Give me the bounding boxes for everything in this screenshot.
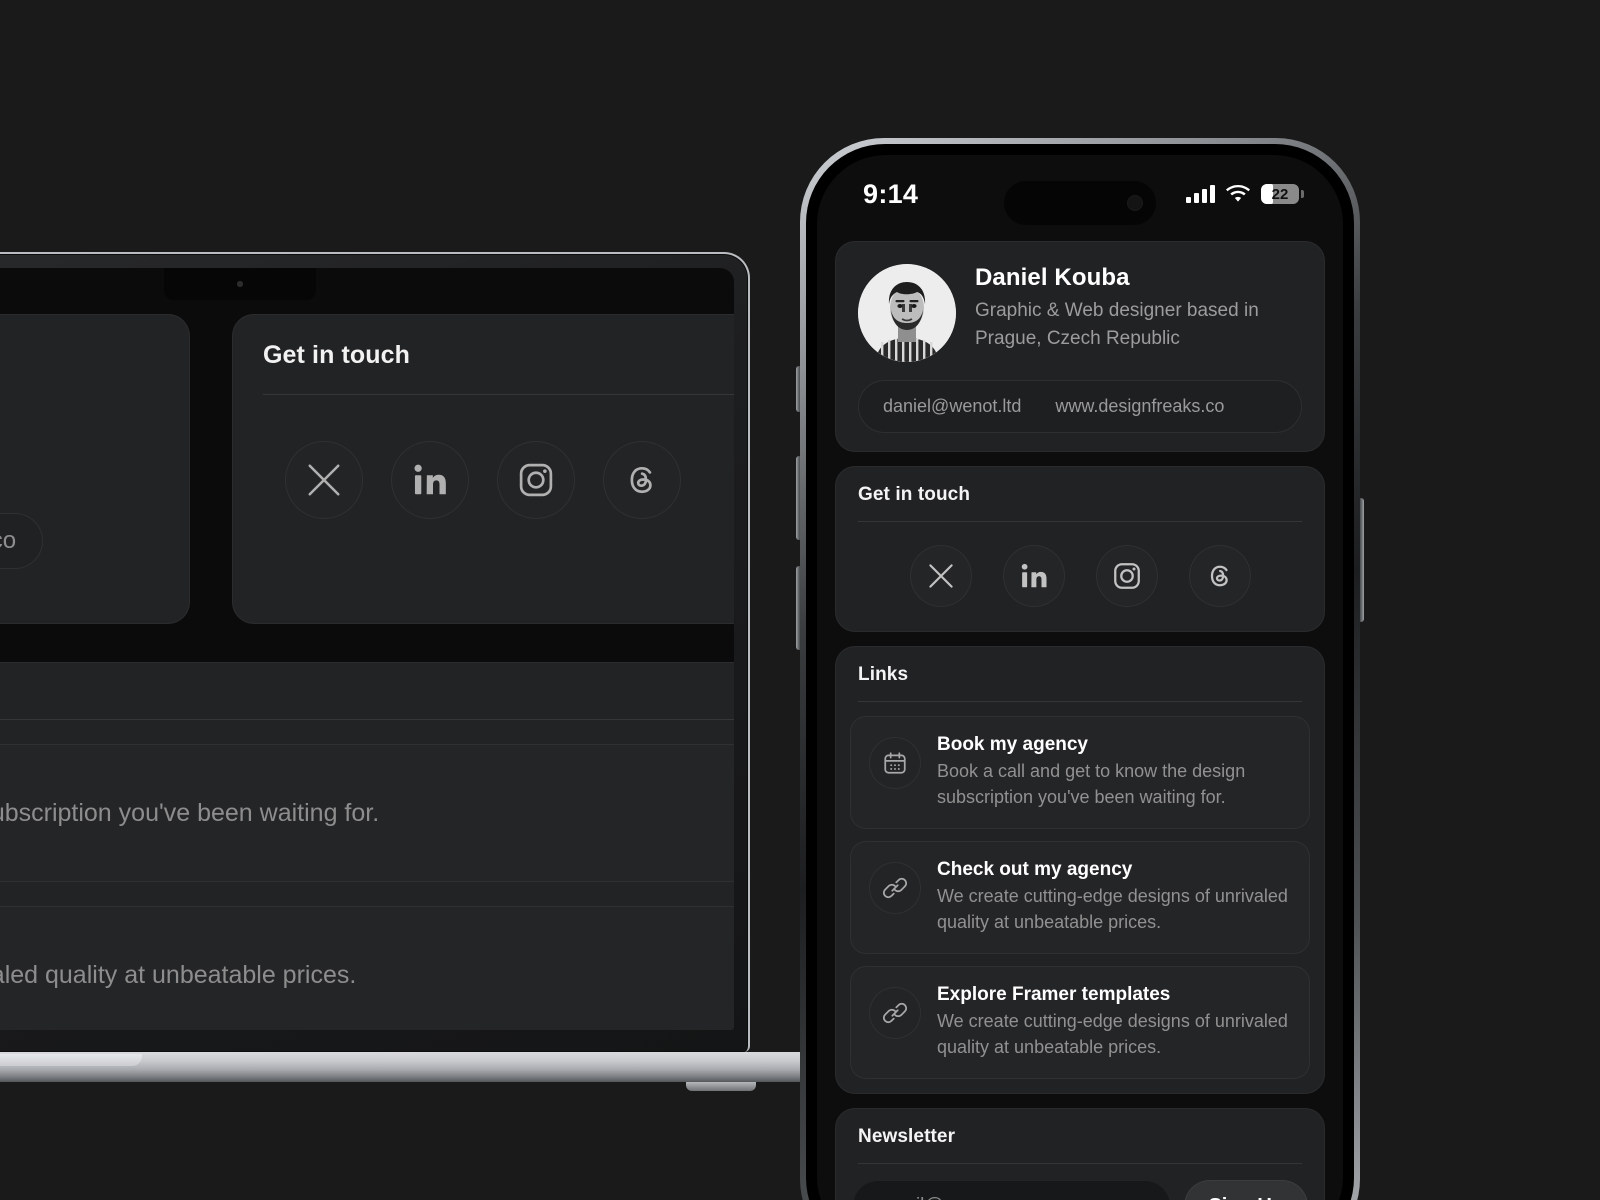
laptop-social-list xyxy=(263,441,734,519)
profile-name: Daniel Kouba xyxy=(975,264,1130,291)
laptop-divider xyxy=(263,394,734,395)
laptop-links-divider xyxy=(0,719,734,720)
profile-description: Graphic & Web designer based in Prague, … xyxy=(975,300,1259,349)
avatar xyxy=(858,264,956,362)
profile-text: Daniel Kouba Graphic & Web designer base… xyxy=(975,264,1302,362)
get-in-touch-header: Get in touch xyxy=(836,467,1324,506)
profile-email[interactable]: daniel@wenot.ltd xyxy=(883,396,1021,417)
list-item-description: We create cutting-edge designs of unriva… xyxy=(937,886,1288,932)
links-list: Book my agency Book a call and get to kn… xyxy=(836,702,1324,1093)
newsletter-form: Sign Up xyxy=(836,1164,1324,1200)
list-item-title: Book my agency xyxy=(937,734,1088,755)
laptop-camera-icon xyxy=(237,281,243,287)
list-item-title: Check out my agency xyxy=(937,859,1133,881)
list-item-title: Explore Framer templates xyxy=(937,984,1171,1006)
get-in-touch-title: Get in touch xyxy=(858,484,971,505)
laptop-page-content: er based in ic designfreaks.co Get in to… xyxy=(0,268,734,1030)
list-item-description: Book a call and get to know the design s… xyxy=(937,761,1246,807)
laptop-website-pill[interactable]: designfreaks.co xyxy=(0,512,44,569)
social-list xyxy=(836,522,1324,631)
x-icon[interactable] xyxy=(909,545,972,607)
laptop-get-in-touch-card: Get in touch xyxy=(232,314,734,624)
list-item-text: Check out my agency We create cutting-ed… xyxy=(937,859,1291,935)
dynamic-island xyxy=(1004,181,1156,225)
list-item-text: Explore Framer templates We create cutti… xyxy=(937,984,1291,1060)
laptop-foot xyxy=(686,1082,756,1091)
newsletter-header: Newsletter xyxy=(836,1109,1324,1148)
status-bar: 9:14 22 xyxy=(817,155,1343,233)
laptop-link-description: the design subscription you've been wait… xyxy=(0,798,380,827)
profile-website[interactable]: www.designfreaks.co xyxy=(1055,396,1224,417)
email-field[interactable] xyxy=(852,1180,1172,1200)
signup-button[interactable]: Sign Up xyxy=(1184,1180,1308,1200)
profile-card: Daniel Kouba Graphic & Web designer base… xyxy=(835,241,1325,452)
linkedin-icon[interactable] xyxy=(391,441,469,519)
battery-level: 22 xyxy=(1271,185,1289,203)
laptop-links-card: the design subscription you've been wait… xyxy=(0,662,734,1030)
laptop-top-row: er based in ic designfreaks.co Get in to… xyxy=(0,314,734,624)
instagram-icon[interactable] xyxy=(1095,545,1158,607)
signal-bars-icon xyxy=(1186,185,1215,203)
laptop-link-item[interactable]: igns of unrivaled quality at unbeatable … xyxy=(0,906,734,1030)
laptop-lid-notch xyxy=(0,1054,142,1066)
laptop-profile-card: er based in ic designfreaks.co xyxy=(0,314,190,624)
laptop-screen: er based in ic designfreaks.co Get in to… xyxy=(0,268,734,1030)
threads-icon[interactable] xyxy=(603,441,681,519)
newsletter-card: Newsletter Sign Up xyxy=(835,1108,1325,1200)
list-item[interactable]: Explore Framer templates We create cutti… xyxy=(850,966,1310,1080)
profile-header: Daniel Kouba Graphic & Web designer base… xyxy=(836,242,1324,380)
linkedin-icon[interactable] xyxy=(1002,545,1065,607)
x-icon[interactable] xyxy=(285,441,363,519)
app-content: Daniel Kouba Graphic & Web designer base… xyxy=(817,233,1343,1200)
link-icon xyxy=(869,862,921,915)
laptop-link-item[interactable]: the design subscription you've been wait… xyxy=(0,744,734,882)
instagram-icon[interactable] xyxy=(497,441,575,519)
scene: er based in ic designfreaks.co Get in to… xyxy=(0,0,1600,1200)
laptop-get-in-touch-title: Get in touch xyxy=(263,341,411,369)
laptop-device: er based in ic designfreaks.co Get in to… xyxy=(0,252,816,1091)
phone-frame: 9:14 22 Daniel Kouba Graphic & Web desig… xyxy=(800,138,1360,1200)
list-item-description: We create cutting-edge designs of unriva… xyxy=(937,1011,1288,1057)
list-item[interactable]: Check out my agency We create cutting-ed… xyxy=(850,841,1310,955)
link-icon xyxy=(869,987,921,1040)
calendar-icon xyxy=(869,737,921,789)
newsletter-title: Newsletter xyxy=(858,1126,956,1148)
phone-screen: 9:14 22 Daniel Kouba Graphic & Web desig… xyxy=(817,155,1343,1200)
get-in-touch-card: Get in touch xyxy=(835,466,1325,632)
contact-pill: daniel@wenot.ltd www.designfreaks.co xyxy=(858,380,1302,433)
links-title: Links xyxy=(858,664,909,685)
battery-icon: 22 xyxy=(1261,184,1304,204)
threads-icon[interactable] xyxy=(1188,545,1251,607)
list-item-text: Book my agency Book a call and get to kn… xyxy=(937,734,1291,810)
laptop-base xyxy=(0,1052,816,1091)
laptop-lid: er based in ic designfreaks.co Get in to… xyxy=(0,252,750,1052)
status-time: 9:14 xyxy=(863,178,919,209)
phone-bezel: 9:14 22 Daniel Kouba Graphic & Web desig… xyxy=(806,144,1354,1200)
status-indicators: 22 xyxy=(1186,184,1304,204)
avatar-portrait xyxy=(858,264,956,362)
wifi-icon xyxy=(1226,185,1250,202)
front-camera-icon xyxy=(1127,195,1143,211)
links-header: Links xyxy=(836,647,1324,686)
list-item[interactable]: Book my agency Book a call and get to kn… xyxy=(850,716,1310,830)
phone-device: 9:14 22 Daniel Kouba Graphic & Web desig… xyxy=(796,138,1364,1200)
laptop-link-description: igns of unrivaled quality at unbeatable … xyxy=(0,960,357,989)
links-card: Links Book my agency Book a call and get… xyxy=(835,646,1325,1095)
laptop-profile-description: er based in ic xyxy=(0,437,159,475)
